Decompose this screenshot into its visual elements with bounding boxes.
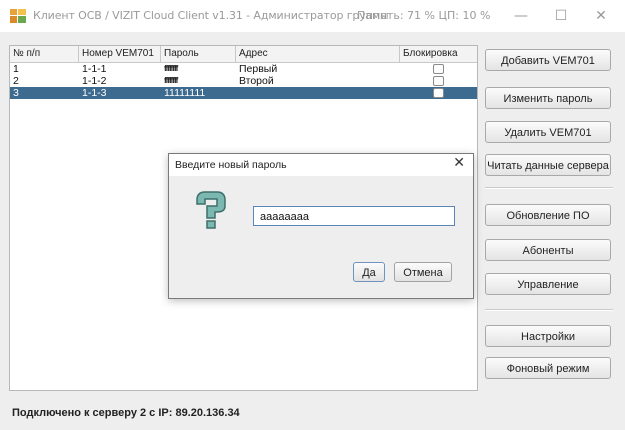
cell-num: 3 xyxy=(13,87,19,99)
table-row-selected[interactable]: 3 1-1-3 11111111 xyxy=(10,87,477,99)
column-header-password[interactable]: Пароль xyxy=(161,46,236,62)
column-header-blocked[interactable]: Блокировка xyxy=(400,46,477,62)
question-icon xyxy=(196,191,226,229)
action-panel: Добавить VEM701 Изменить пароль Удалить … xyxy=(480,45,618,389)
block-checkbox[interactable] xyxy=(433,76,444,86)
app-icon xyxy=(10,9,26,23)
subscribers-button[interactable]: Абоненты xyxy=(485,239,611,261)
table-row[interactable]: 2 1-1-2 ffffffff Второй xyxy=(10,75,477,87)
dialog-title-bar: Введите новый пароль ✕ xyxy=(169,154,473,176)
ok-button[interactable]: Да xyxy=(353,262,385,282)
cancel-button[interactable]: Отмена xyxy=(394,262,452,282)
cell-password: ffffffff xyxy=(164,76,178,85)
cell-num: 1 xyxy=(13,63,19,75)
window-title: Клиент OCB / VIZIT Cloud Client v1.31 - … xyxy=(33,9,389,22)
software-update-button[interactable]: Обновление ПО xyxy=(485,204,611,226)
maximize-button[interactable]: ☐ xyxy=(542,4,580,28)
block-checkbox[interactable] xyxy=(433,64,444,74)
dialog-title: Введите новый пароль xyxy=(175,159,287,171)
divider xyxy=(485,187,613,189)
read-server-data-button[interactable]: Читать данные сервера xyxy=(485,154,611,176)
cell-address: Первый xyxy=(239,63,278,75)
table-header: № п/п Номер VEM701 Пароль Адрес Блокиров… xyxy=(10,46,477,63)
block-checkbox[interactable] xyxy=(433,88,444,98)
connection-status: Подключено к серверу 2 с IP: 89.20.136.3… xyxy=(12,407,240,419)
column-header-vem[interactable]: Номер VEM701 xyxy=(79,46,161,62)
divider xyxy=(485,309,613,311)
cell-password: 11111111 xyxy=(164,87,206,99)
resource-usage: Память: 71 % ЦП: 10 % xyxy=(357,9,491,22)
minimize-button[interactable]: — xyxy=(502,4,540,28)
cell-address: Второй xyxy=(239,75,274,87)
add-vem-button[interactable]: Добавить VEM701 xyxy=(485,49,611,71)
close-button[interactable]: ✕ xyxy=(582,4,620,28)
background-mode-button[interactable]: Фоновый режим xyxy=(485,357,611,379)
column-header-num[interactable]: № п/п xyxy=(10,46,79,62)
cell-vem: 1-1-3 xyxy=(82,87,107,99)
cell-password: ffffffff xyxy=(164,64,178,73)
delete-vem-button[interactable]: Удалить VEM701 xyxy=(485,121,611,143)
new-password-input[interactable]: aaaaaaaa xyxy=(253,206,455,226)
cell-vem: 1-1-1 xyxy=(82,63,107,75)
table-row[interactable]: 1 1-1-1 ffffffff Первый xyxy=(10,63,477,75)
settings-button[interactable]: Настройки xyxy=(485,325,611,347)
new-password-dialog: Введите новый пароль ✕ aaaaaaaa Да Отмен… xyxy=(168,153,474,299)
column-header-address[interactable]: Адрес xyxy=(236,46,400,62)
change-password-button[interactable]: Изменить пароль xyxy=(485,87,611,109)
dialog-close-icon[interactable]: ✕ xyxy=(453,155,465,171)
cell-vem: 1-1-2 xyxy=(82,75,107,87)
cell-num: 2 xyxy=(13,75,19,87)
control-button[interactable]: Управление xyxy=(485,273,611,295)
title-bar: Клиент OCB / VIZIT Cloud Client v1.31 - … xyxy=(0,0,625,32)
